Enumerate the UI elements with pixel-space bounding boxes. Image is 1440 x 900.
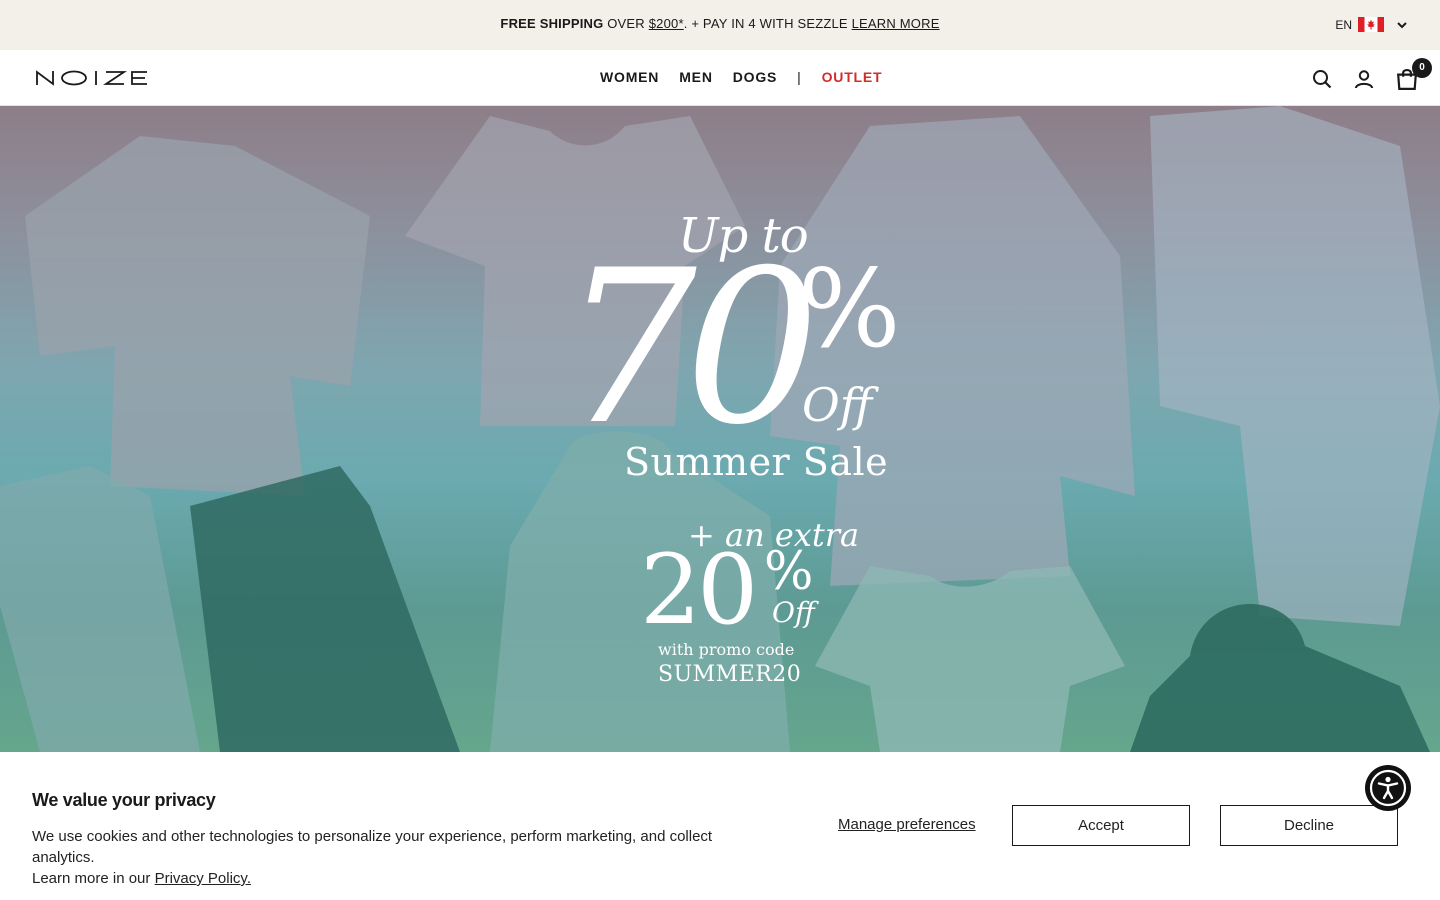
decline-button[interactable]: Decline [1220,805,1398,846]
nav-outlet[interactable]: OUTLET [822,69,883,85]
learn-more-link[interactable]: LEARN MORE [852,16,940,31]
search-icon[interactable] [1312,69,1332,89]
hero-extra-number: 20 [640,534,758,646]
manage-preferences-link[interactable]: Manage preferences [838,816,976,833]
hero-extra-percent: % [764,542,814,602]
chevron-down-icon [1397,21,1407,28]
accessibility-button[interactable] [1365,765,1411,811]
hero-promo-code: SUMMER20 [658,662,802,687]
announcement-bar: FREE SHIPPING OVER $200*. + PAY IN 4 WIT… [0,0,1440,50]
nav-men[interactable]: MEN [679,69,713,85]
cart-count-badge: 0 [1412,58,1432,78]
main-nav: WOMEN MEN DOGS | OUTLET [600,69,882,85]
shipping-amount-link[interactable]: $200* [649,16,684,31]
announcement-over: OVER [607,16,645,31]
nav-women[interactable]: WOMEN [600,69,659,85]
hero-banner[interactable]: Up to 70 % Off Summer Sale + an extra 20… [0,106,1440,752]
cookie-description: We use cookies and other technologies to… [32,826,772,889]
cookie-title: We value your privacy [32,790,216,810]
hero-discount-number: 70 [562,224,820,471]
hero-discount-off: Off [802,378,873,432]
canada-flag-icon [1358,17,1384,32]
noize-logo[interactable] [36,70,148,86]
accept-button[interactable]: Accept [1012,805,1190,846]
nav-separator: | [797,69,802,85]
announcement-lead: FREE SHIPPING [500,16,604,31]
account-icon[interactable] [1354,69,1374,89]
language-code: EN [1335,17,1352,32]
accessibility-icon [1369,769,1407,807]
locale-selector[interactable]: EN [1335,17,1408,32]
announcement-middle: . + PAY IN 4 WITH SEZZLE [683,16,848,31]
cookie-body-line1: We use cookies and other technologies to… [32,828,713,866]
site-header: WOMEN MEN DOGS | OUTLET 0 [0,50,1440,106]
nav-dogs[interactable]: DOGS [733,69,777,85]
hero-extra-off: Off [772,596,815,629]
hero-promo-text: with promo code [658,640,795,659]
announcement-text: FREE SHIPPING OVER $200*. + PAY IN 4 WIT… [0,16,1440,31]
privacy-policy-link[interactable]: Privacy Policy. [155,870,251,887]
header-actions: 0 [1312,58,1432,90]
cookie-banner: We value your privacy We use cookies and… [0,752,1440,900]
cart-button[interactable]: 0 [1396,58,1432,90]
hero-discount-percent: % [798,247,901,372]
hero-copy: Up to 70 % Off Summer Sale + an extra 20… [0,106,1440,752]
cookie-body-line2: Learn more in our [32,870,151,887]
hero-headline: Summer Sale [624,440,889,484]
